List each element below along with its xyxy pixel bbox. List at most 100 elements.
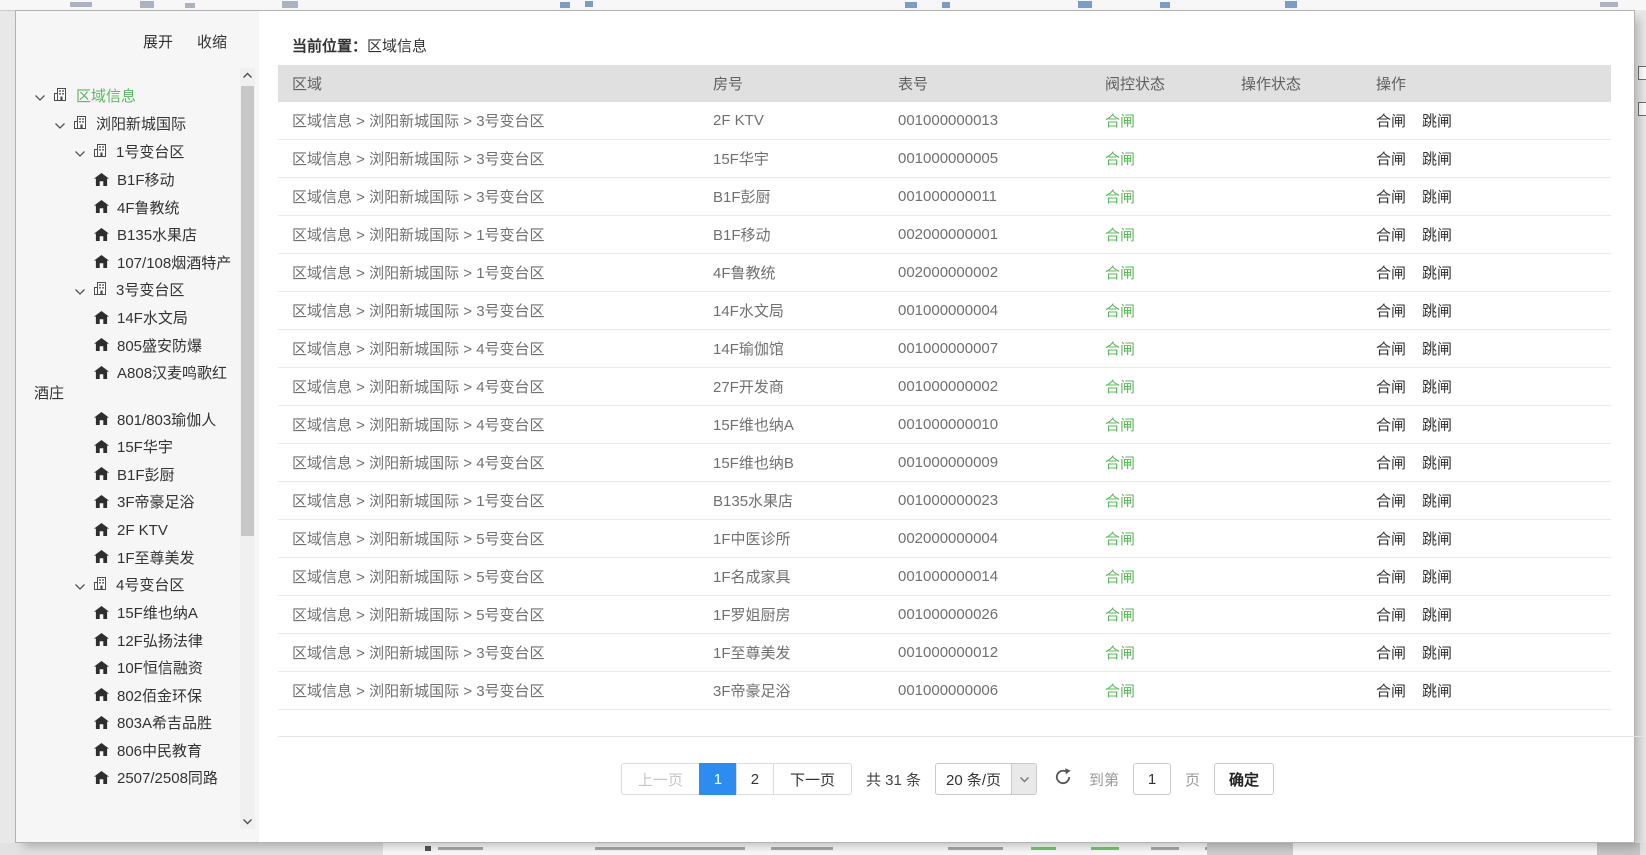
close-valve-action[interactable]: 合闸 [1376,531,1406,548]
tree-indent [34,322,94,323]
page-button-1[interactable]: 1 [699,763,737,795]
prev-page-button[interactable]: 上一页 [621,763,700,795]
trip-valve-action[interactable]: 跳闸 [1422,493,1452,510]
tree-leaf-node[interactable]: 801/803瑜伽人 [16,407,238,435]
trip-valve-action[interactable]: 跳闸 [1422,227,1452,244]
actions-cell: 合闸跳闸 [1362,186,1611,207]
trip-valve-action[interactable]: 跳闸 [1422,379,1452,396]
background-page-fragment [1293,843,1597,855]
valve-status-cell: 合闸 [1091,376,1227,397]
region-cell: 区域信息 > 浏阳新城国际 > 5号变台区 [278,528,699,549]
tree-leaf-node[interactable]: 14F水文局 [16,305,238,333]
trip-valve-action[interactable]: 跳闸 [1422,417,1452,434]
collapse-all-button[interactable]: 收缩 [197,31,227,52]
tree-leaf-node[interactable]: B1F彭厨 [16,462,238,490]
valve-status-cell: 合闸 [1091,110,1227,131]
tree-leaf-node[interactable]: 806中民教育 [16,738,238,766]
refresh-button[interactable] [1051,767,1075,791]
background-page-fragment [383,843,1207,855]
tree-leaf-node[interactable]: 3F帝豪足浴 [16,489,238,517]
tree-leaf-node[interactable]: 805盛安防爆 [16,333,238,361]
close-valve-action[interactable]: 合闸 [1376,227,1406,244]
close-valve-action[interactable]: 合闸 [1376,113,1406,130]
close-valve-action[interactable]: 合闸 [1376,455,1406,472]
sidebar-scrollbar[interactable] [240,68,255,829]
scroll-down-icon[interactable] [240,814,255,829]
trip-valve-action[interactable]: 跳闸 [1422,531,1452,548]
goto-page-input[interactable] [1133,763,1171,795]
sidebar-scrollbar-thumb[interactable] [241,86,254,536]
chevron-down-icon[interactable] [74,577,87,596]
expand-all-button[interactable]: 展开 [143,31,173,52]
actions-cell: 合闸跳闸 [1362,490,1611,511]
close-valve-action[interactable]: 合闸 [1376,189,1406,206]
tree-leaf-node[interactable]: 2507/2508同路 [16,765,238,793]
tree-leaf-node[interactable]: B135水果店 [16,222,238,250]
trip-valve-action[interactable]: 跳闸 [1422,303,1452,320]
chevron-down-icon[interactable] [74,144,87,163]
close-valve-action[interactable]: 合闸 [1376,607,1406,624]
tree-leaf-node[interactable]: 803A希吉品胜 [16,710,238,738]
tree-leaf-node[interactable]: B1F移动 [16,167,238,195]
home-icon [94,549,111,568]
background-chart-icon [1638,102,1646,116]
trip-valve-action[interactable]: 跳闸 [1422,189,1452,206]
tree-leaf-node[interactable]: 12F弘扬法律 [16,628,238,656]
column-header-op-status: 操作状态 [1227,73,1362,94]
valve-status-cell: 合闸 [1091,186,1227,207]
close-valve-action[interactable]: 合闸 [1376,569,1406,586]
close-valve-action[interactable]: 合闸 [1376,379,1406,396]
tree-leaf-node[interactable]: 10F恒信融资 [16,655,238,683]
close-valve-action[interactable]: 合闸 [1376,341,1406,358]
confirm-button[interactable]: 确定 [1214,763,1274,795]
meter-cell: 001000000012 [884,644,1091,661]
close-valve-action[interactable]: 合闸 [1376,493,1406,510]
tree-branch-node[interactable]: 区域信息 [16,83,238,111]
trip-valve-action[interactable]: 跳闸 [1422,683,1452,700]
close-valve-action[interactable]: 合闸 [1376,645,1406,662]
tree-branch-node[interactable]: 4号变台区 [16,572,238,600]
chevron-down-icon[interactable] [34,88,47,107]
close-valve-action[interactable]: 合闸 [1376,151,1406,168]
tree-leaf-node[interactable]: 4F鲁教统 [16,195,238,223]
trip-valve-action[interactable]: 跳闸 [1422,455,1452,472]
tree-branch-node[interactable]: 浏阳新城国际 [16,111,238,139]
close-valve-action[interactable]: 合闸 [1376,417,1406,434]
tree-leaf-node[interactable]: 107/108烟酒特产 [16,250,238,278]
trip-valve-action[interactable]: 跳闸 [1422,151,1452,168]
tree-node-label: 803A希吉品胜 [117,715,212,732]
chevron-down-icon[interactable] [74,282,87,301]
home-icon [94,687,111,706]
tree-leaf-node[interactable]: 2F KTV [16,517,238,545]
trip-valve-action[interactable]: 跳闸 [1422,607,1452,624]
tree-node-label: 3号变台区 [116,282,184,299]
tree-leaf-node[interactable]: A808汉麦鸣歌红酒庄 [16,360,238,407]
tree-leaf-node[interactable]: 15F维也纳A [16,600,238,628]
close-valve-action[interactable]: 合闸 [1376,683,1406,700]
region-cell: 区域信息 > 浏阳新城国际 > 3号变台区 [278,148,699,169]
next-page-button[interactable]: 下一页 [773,763,852,795]
scroll-up-icon[interactable] [240,68,255,83]
close-valve-action[interactable]: 合闸 [1376,265,1406,282]
tree-leaf-node[interactable]: 802佰金环保 [16,683,238,711]
room-cell: B1F彭厨 [699,186,884,207]
tree-leaf-node[interactable]: 15F华宇 [16,434,238,462]
page-size-select[interactable]: 20 条/页 [935,763,1037,795]
tree-leaf-node[interactable]: 1F至尊美发 [16,545,238,573]
region-cell: 区域信息 > 浏阳新城国际 > 5号变台区 [278,566,699,587]
tree-indent [34,589,74,590]
trip-valve-action[interactable]: 跳闸 [1422,569,1452,586]
room-cell: 4F鲁教统 [699,262,884,283]
page-button-2[interactable]: 2 [736,763,774,795]
tree-indent [34,267,94,268]
trip-valve-action[interactable]: 跳闸 [1422,341,1452,358]
tree-branch-node[interactable]: 3号变台区 [16,277,238,305]
trip-valve-action[interactable]: 跳闸 [1422,265,1452,282]
tree-branch-node[interactable]: 1号变台区 [16,139,238,167]
chevron-down-icon[interactable] [54,116,67,135]
close-valve-action[interactable]: 合闸 [1376,303,1406,320]
room-cell: 3F帝豪足浴 [699,680,884,701]
trip-valve-action[interactable]: 跳闸 [1422,113,1452,130]
trip-valve-action[interactable]: 跳闸 [1422,645,1452,662]
meter-cell: 001000000011 [884,188,1091,205]
